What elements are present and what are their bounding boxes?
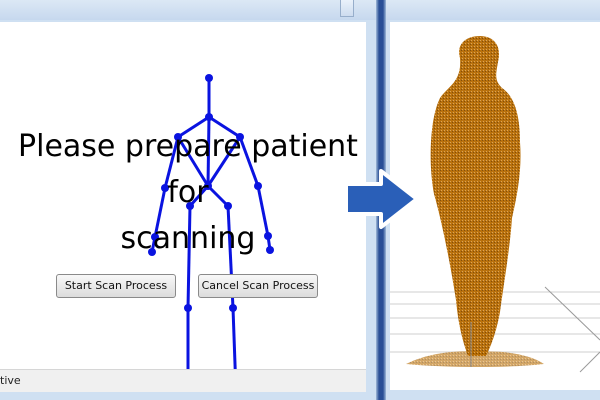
- status-text: tive: [0, 374, 21, 387]
- point-cloud-feet: [406, 351, 544, 367]
- point-cloud-viewport: [390, 22, 600, 390]
- instruction-message: Please prepare patient for scanning: [0, 124, 376, 262]
- left-window-titlebar[interactable]: [0, 0, 376, 20]
- point-cloud-silhouette: [430, 36, 521, 356]
- cancel-scan-button[interactable]: Cancel Scan Process: [198, 274, 318, 298]
- point-cloud-body: [390, 36, 600, 373]
- instruction-line-2: scanning: [120, 221, 256, 256]
- kinect-scan-window: Please prepare patient for scanning Star…: [0, 0, 376, 400]
- instruction-line-1: Please prepare patient for: [18, 129, 358, 210]
- right-arrow-icon: [344, 169, 419, 229]
- status-bar: tive: [0, 369, 366, 392]
- right-window-titlebar[interactable]: [386, 0, 600, 20]
- window-button[interactable]: [340, 0, 354, 17]
- start-scan-button[interactable]: Start Scan Process: [56, 274, 176, 298]
